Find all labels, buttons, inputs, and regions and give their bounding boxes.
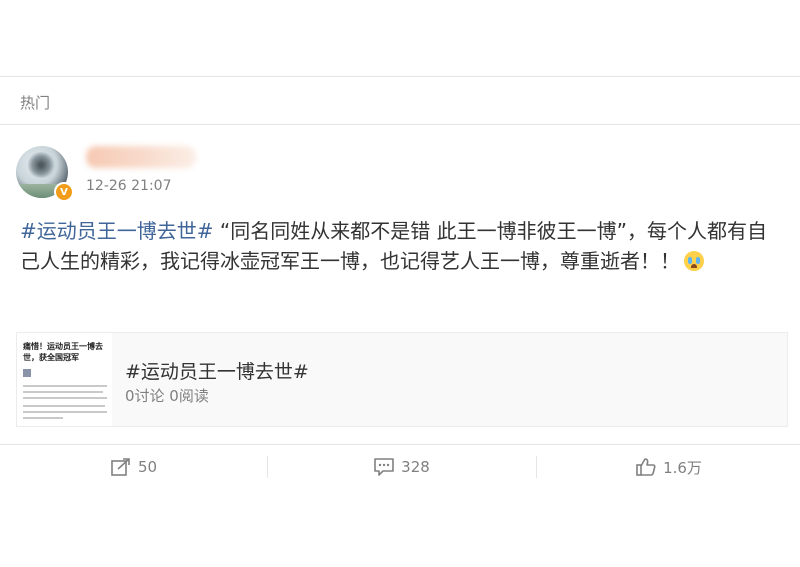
username-blurred[interactable] [86, 146, 196, 168]
section-label-hot: 热门 [20, 94, 51, 112]
post-text: #运动员王一博去世# “同名同姓从来都不是错 此王一博非彼王一博”，每个人都有自… [20, 216, 780, 276]
thumbnail-source-logo-icon [23, 369, 31, 377]
post-timestamp[interactable]: 12-26 21:07 [86, 178, 171, 194]
repost-count: 50 [137, 458, 158, 476]
thumbnail-headline: 痛惜！运动员王一博去世，获全国冠军 [23, 342, 103, 362]
comment-icon [374, 458, 394, 476]
repost-icon [111, 458, 130, 476]
thumbs-up-icon [636, 458, 656, 476]
topic-card-thumbnail: 痛惜！运动员王一博去世，获全国冠军 [17, 333, 112, 426]
topic-card-meta: 0讨论 0阅读 [125, 387, 209, 405]
repost-button[interactable]: 50 [0, 450, 267, 484]
thumbnail-text-line [23, 411, 107, 413]
section-divider [0, 124, 800, 125]
topic-card-title: #运动员王一博去世# [125, 361, 309, 383]
thumbnail-text-line [23, 385, 107, 387]
thumbnail-text-line [23, 417, 63, 419]
actions-divider [0, 444, 800, 445]
verified-badge-icon: V [54, 182, 74, 202]
comment-button[interactable]: 328 [268, 450, 535, 484]
avatar-image-detail [26, 152, 56, 178]
thumbnail-text-line [23, 391, 103, 393]
like-count: 1.6万 [663, 458, 702, 477]
crying-face-icon [684, 251, 704, 271]
thumbnail-text-line [23, 397, 107, 399]
topic-card[interactable]: 痛惜！运动员王一博去世，获全国冠军 #运动员王一博去世# 0讨论 0阅读 [16, 332, 788, 427]
post-hashtag-link[interactable]: #运动员王一博去世# [20, 219, 214, 243]
thumbnail-text-line [23, 405, 105, 407]
top-divider [0, 76, 800, 77]
comment-count: 328 [401, 458, 430, 476]
like-button[interactable]: 1.6万 [537, 450, 800, 484]
